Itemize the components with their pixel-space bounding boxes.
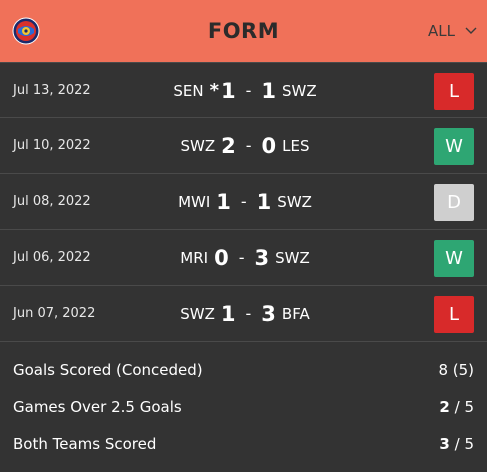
match-row[interactable]: Jul 08, 2022 MWI 1 - 1 SWZ D [0, 174, 487, 230]
result-badge: L [434, 296, 474, 333]
match-row[interactable]: Jul 13, 2022 SEN * 1 - 1 SWZ L [0, 62, 487, 118]
away-goals: 0 [261, 133, 277, 158]
score-separator: - [245, 81, 252, 100]
page-title: FORM [207, 19, 280, 43]
home-team: SWZ [180, 304, 215, 323]
home-team: SEN [173, 81, 204, 100]
away-goals: 1 [261, 78, 277, 103]
stat-label: Both Teams Scored [13, 435, 157, 453]
away-goals: 3 [261, 301, 276, 326]
filter-label: ALL [428, 22, 455, 40]
match-score: SWZ 2 - 0 LES [150, 118, 340, 173]
match-score: MWI 1 - 1 SWZ [150, 174, 340, 229]
home-goals: 1 [220, 78, 236, 103]
home-goals: 1 [220, 301, 236, 326]
stat-value-total: / 5 [449, 435, 474, 453]
result-badge: W [434, 128, 474, 165]
stat-value-main: 8 (5) [438, 361, 474, 379]
stat-value: 2 / 5 [439, 389, 474, 426]
match-score: SWZ 1 - 3 BFA [150, 286, 340, 341]
match-row[interactable]: Jun 07, 2022 SWZ 1 - 3 BFA L [0, 286, 487, 342]
score-separator: - [245, 304, 252, 323]
home-goals: 0 [214, 245, 229, 270]
score-separator: - [245, 136, 252, 155]
filter-dropdown[interactable]: ALL [428, 20, 477, 42]
team-crest-icon [12, 17, 40, 45]
match-date: Jul 08, 2022 [13, 194, 91, 209]
stat-value-main: 3 [439, 435, 450, 453]
away-goals: 3 [254, 245, 270, 270]
match-score: MRI 0 - 3 SWZ [150, 230, 340, 285]
form-header: FORM ALL [0, 0, 487, 62]
home-goals: 1 [216, 189, 231, 214]
match-list: Jul 13, 2022 SEN * 1 - 1 SWZ L Jul 10, 2… [0, 62, 487, 342]
match-date: Jul 06, 2022 [13, 250, 91, 265]
match-date: Jul 10, 2022 [13, 138, 91, 153]
match-date: Jun 07, 2022 [13, 306, 96, 321]
match-row[interactable]: Jul 10, 2022 SWZ 2 - 0 LES W [0, 118, 487, 174]
stat-goals-scored: Goals Scored (Conceded) 8 (5) [0, 352, 487, 389]
score-separator: - [240, 192, 247, 211]
stat-label: Games Over 2.5 Goals [13, 398, 182, 416]
home-team: MWI [178, 192, 211, 211]
stat-label: Goals Scored (Conceded) [13, 361, 203, 379]
stat-both-teams-scored: Both Teams Scored 3 / 5 [0, 426, 487, 463]
score-separator: - [238, 248, 245, 267]
stat-value: 3 / 5 [439, 426, 474, 463]
away-goals: 1 [256, 189, 272, 214]
result-badge: D [434, 184, 474, 221]
result-badge: L [434, 73, 474, 110]
home-team: MRI [180, 248, 209, 267]
away-team: LES [282, 136, 310, 155]
home-marker: * [209, 80, 219, 101]
result-badge: W [434, 240, 474, 277]
match-date: Jul 13, 2022 [13, 83, 91, 98]
stat-value-total: / 5 [449, 398, 474, 416]
match-row[interactable]: Jul 06, 2022 MRI 0 - 3 SWZ W [0, 230, 487, 286]
stat-over-2-5: Games Over 2.5 Goals 2 / 5 [0, 389, 487, 426]
away-team: SWZ [275, 248, 310, 267]
match-score: SEN * 1 - 1 SWZ [150, 63, 340, 118]
away-team: BFA [281, 304, 310, 323]
stat-value: 8 (5) [438, 352, 474, 389]
stat-value-main: 2 [439, 398, 450, 416]
away-team: SWZ [277, 192, 312, 211]
away-team: SWZ [282, 81, 317, 100]
home-goals: 2 [221, 133, 236, 158]
home-team: SWZ [180, 136, 216, 155]
chevron-down-icon [465, 27, 477, 34]
form-stats: Goals Scored (Conceded) 8 (5) Games Over… [0, 352, 487, 463]
